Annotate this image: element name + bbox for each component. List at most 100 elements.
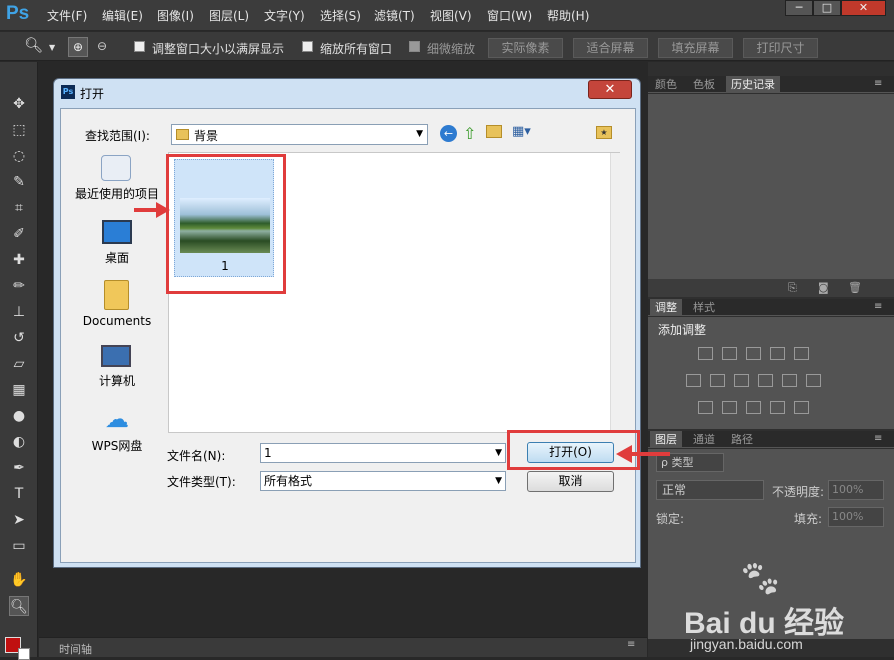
pen-tool-icon[interactable]: ✒ bbox=[9, 458, 29, 478]
folder-icon bbox=[176, 129, 189, 140]
adjustments-panel-body: 添加调整 bbox=[648, 317, 894, 429]
tab-swatches[interactable]: 色板 bbox=[688, 76, 720, 93]
zoom-all-windows-checkbox[interactable] bbox=[302, 41, 313, 52]
tab-color[interactable]: 颜色 bbox=[650, 76, 682, 93]
resize-windows-checkbox[interactable] bbox=[134, 41, 145, 52]
lasso-tool-icon[interactable]: ◌ bbox=[9, 146, 29, 166]
dialog-close-button[interactable]: ✕ bbox=[588, 80, 632, 99]
new-document-icon[interactable]: ⎘ bbox=[788, 281, 797, 295]
color-balance-icon[interactable] bbox=[710, 374, 725, 387]
menu-filter[interactable]: 滤镜(T) bbox=[374, 7, 415, 24]
fill-screen-button[interactable]: 填充屏幕 bbox=[658, 38, 733, 58]
opacity-input[interactable]: 100% bbox=[828, 480, 884, 500]
type-tool-icon[interactable]: T bbox=[9, 484, 29, 504]
eraser-tool-icon[interactable]: ▱ bbox=[9, 354, 29, 374]
invert-icon[interactable] bbox=[698, 401, 713, 414]
menu-help[interactable]: 帮助(H) bbox=[547, 7, 589, 24]
curves-icon[interactable] bbox=[746, 347, 761, 360]
fill-input[interactable]: 100% bbox=[828, 507, 884, 527]
maximize-button[interactable]: □ bbox=[813, 0, 841, 16]
channel-mixer-icon[interactable] bbox=[782, 374, 797, 387]
new-folder-icon[interactable] bbox=[486, 125, 502, 138]
opacity-label: 不透明度: bbox=[772, 485, 825, 499]
dialog-body: 查找范围(I): 背景 ▼ ← ⇧ ▦▾ ★ 最近使用的项目 桌面 Docume… bbox=[60, 108, 636, 563]
move-tool-icon[interactable]: ✥ bbox=[9, 94, 29, 114]
menu-image[interactable]: 图像(I) bbox=[157, 7, 194, 24]
tab-styles[interactable]: 样式 bbox=[688, 299, 720, 316]
brightness-icon[interactable] bbox=[698, 347, 713, 360]
photo-filter-icon[interactable] bbox=[758, 374, 773, 387]
crop-tool-icon[interactable]: ⌗ bbox=[9, 198, 29, 218]
tab-history[interactable]: 历史记录 bbox=[726, 76, 780, 93]
posterize-icon[interactable] bbox=[722, 401, 737, 414]
panel-menu-icon[interactable]: ≡ bbox=[874, 78, 882, 89]
zoom-tool-icon[interactable]: 🔍︎ bbox=[24, 36, 43, 54]
healing-brush-icon[interactable]: ✚ bbox=[9, 250, 29, 270]
gradient-tool-icon[interactable]: ▦ bbox=[9, 380, 29, 400]
chevron-down-icon[interactable]: ▼ bbox=[495, 444, 502, 462]
gradient-map-icon[interactable] bbox=[794, 401, 809, 414]
trash-icon[interactable]: 🗑︎ bbox=[848, 281, 862, 294]
panel-menu-icon[interactable]: ≡ bbox=[874, 433, 882, 444]
file-name-input[interactable]: 1 ▼ bbox=[260, 443, 506, 463]
brush-tool-icon[interactable]: ✏ bbox=[9, 276, 29, 296]
back-icon[interactable]: ← bbox=[440, 125, 457, 142]
threshold-icon[interactable] bbox=[746, 401, 761, 414]
black-white-icon[interactable] bbox=[734, 374, 749, 387]
menu-layer[interactable]: 图层(L) bbox=[209, 7, 249, 24]
scrubby-zoom-checkbox[interactable] bbox=[409, 41, 420, 52]
print-size-button[interactable]: 打印尺寸 bbox=[743, 38, 818, 58]
zoom-tool-icon[interactable]: 🔍︎ bbox=[9, 596, 29, 616]
menu-window[interactable]: 窗口(W) bbox=[487, 7, 532, 24]
menu-file[interactable]: 文件(F) bbox=[47, 7, 87, 24]
timeline-tab[interactable]: 时间轴 bbox=[59, 641, 92, 657]
clone-stamp-icon[interactable]: ⊥ bbox=[9, 302, 29, 322]
cancel-button[interactable]: 取消 bbox=[527, 471, 614, 492]
quick-select-tool-icon[interactable]: ✎ bbox=[9, 172, 29, 192]
blur-tool-icon[interactable]: ● bbox=[9, 406, 29, 426]
color-lookup-icon[interactable] bbox=[806, 374, 821, 387]
levels-icon[interactable] bbox=[722, 347, 737, 360]
exposure-icon[interactable] bbox=[770, 347, 785, 360]
chevron-down-icon[interactable]: ▼ bbox=[495, 472, 502, 490]
panel-menu-icon[interactable]: ≡ bbox=[874, 301, 882, 312]
hand-tool-icon[interactable]: ✋ bbox=[9, 570, 29, 590]
close-window-button[interactable]: ✕ bbox=[841, 0, 886, 16]
photoshop-folder-icon[interactable]: ★ bbox=[596, 126, 612, 139]
selective-color-icon[interactable] bbox=[770, 401, 785, 414]
zoom-in-icon[interactable]: ⊕ bbox=[68, 37, 88, 57]
tab-channels[interactable]: 通道 bbox=[688, 431, 720, 448]
background-color-swatch[interactable] bbox=[18, 648, 30, 660]
actual-pixels-button[interactable]: 实际像素 bbox=[488, 38, 563, 58]
tab-paths[interactable]: 路径 bbox=[726, 431, 758, 448]
fill-label: 填充: bbox=[794, 512, 823, 526]
chevron-down-icon[interactable]: ▼ bbox=[49, 43, 55, 52]
fit-screen-button[interactable]: 适合屏幕 bbox=[573, 38, 648, 58]
dodge-tool-icon[interactable]: ◐ bbox=[9, 432, 29, 452]
up-folder-icon[interactable]: ⇧ bbox=[463, 124, 476, 143]
look-in-combobox[interactable]: 背景 ▼ bbox=[171, 124, 428, 145]
menu-type[interactable]: 文字(Y) bbox=[264, 7, 305, 24]
panel-menu-icon[interactable]: ≡ bbox=[627, 639, 635, 650]
history-brush-icon[interactable]: ↺ bbox=[9, 328, 29, 348]
blend-mode-select[interactable]: 正常 bbox=[656, 480, 764, 500]
tab-adjustments[interactable]: 调整 bbox=[650, 299, 682, 316]
menu-view[interactable]: 视图(V) bbox=[430, 7, 472, 24]
vibrance-icon[interactable] bbox=[794, 347, 809, 360]
shape-tool-icon[interactable]: ▭ bbox=[9, 536, 29, 556]
menu-select[interactable]: 选择(S) bbox=[320, 7, 361, 24]
view-menu-icon[interactable]: ▦▾ bbox=[512, 124, 531, 139]
file-type-select[interactable]: 所有格式 ▼ bbox=[260, 471, 506, 491]
baidu-jingyan-watermark: 🐾︎ Bai du 经验 jingyan.baidu.com bbox=[660, 560, 880, 655]
eyedropper-tool-icon[interactable]: ✐ bbox=[9, 224, 29, 244]
hue-saturation-icon[interactable] bbox=[686, 374, 701, 387]
file-list-scrollbar[interactable] bbox=[610, 153, 620, 432]
computer-icon bbox=[101, 345, 131, 367]
menu-edit[interactable]: 编辑(E) bbox=[102, 7, 143, 24]
minimize-button[interactable]: ─ bbox=[785, 0, 813, 16]
zoom-out-icon[interactable]: ⊖ bbox=[92, 37, 112, 57]
camera-icon[interactable]: ◙ bbox=[818, 281, 829, 294]
file-type-value: 所有格式 bbox=[264, 474, 313, 488]
marquee-tool-icon[interactable]: ⬚ bbox=[9, 120, 29, 140]
path-select-icon[interactable]: ➤ bbox=[9, 510, 29, 530]
